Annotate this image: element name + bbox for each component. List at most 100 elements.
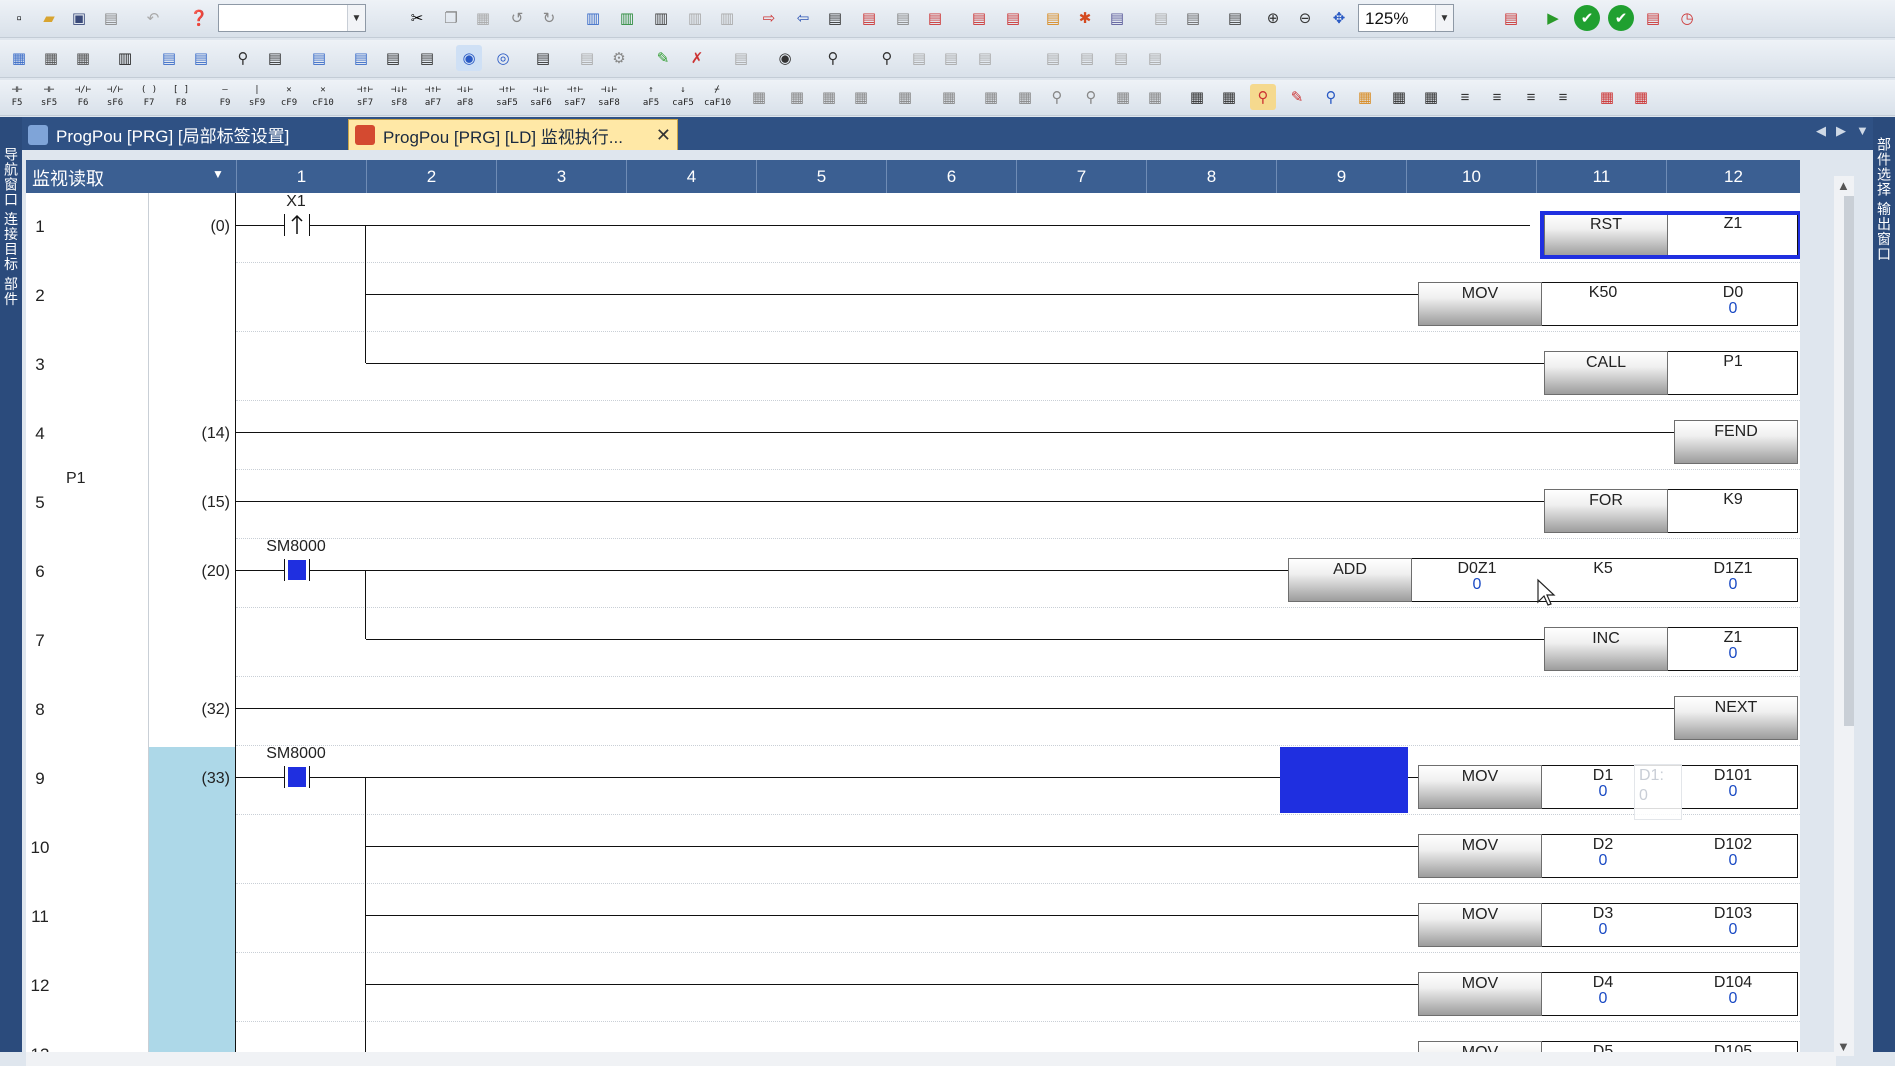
- library-icon[interactable]: ▤: [906, 45, 932, 71]
- list-view-icon[interactable]: ≡: [1452, 84, 1478, 110]
- cursor-selection[interactable]: [1540, 211, 1800, 259]
- print-icon[interactable]: ▤: [98, 5, 124, 31]
- contact-sm8000[interactable]: [284, 559, 310, 581]
- tab-local-labels[interactable]: ProgPou [PRG] [局部标签设置]: [22, 119, 340, 150]
- open-folder-icon[interactable]: ▰: [36, 5, 62, 31]
- zoom-in-icon[interactable]: ⊕: [1260, 5, 1286, 31]
- comment-icon[interactable]: ▤: [1498, 5, 1524, 31]
- edit-cancel-icon[interactable]: ✗: [684, 45, 710, 71]
- trace-icon[interactable]: ▤: [728, 45, 754, 71]
- cross-ref-icon[interactable]: ▤: [262, 45, 288, 71]
- view-eye-icon[interactable]: ◉: [772, 45, 798, 71]
- device-init-icon[interactable]: ▥: [714, 5, 740, 31]
- ladder-symbol-icon[interactable]: ▤: [530, 45, 556, 71]
- device-search-icon[interactable]: ⚲: [874, 45, 900, 71]
- contact-no-icon[interactable]: ⊣⊢ F5: [4, 84, 30, 112]
- label-icon[interactable]: ▤: [938, 45, 964, 71]
- close-icon[interactable]: ✕: [656, 125, 671, 146]
- connect-icon[interactable]: ▦: [1184, 84, 1210, 110]
- save-icon[interactable]: ▣: [66, 5, 92, 31]
- delete-vline-icon[interactable]: ✕ cF10: [310, 84, 336, 112]
- invert-icon[interactable]: ⌿ caF10: [704, 84, 731, 112]
- verify-plc-icon[interactable]: ▤: [822, 5, 848, 31]
- mov-instruction[interactable]: MOV: [1418, 972, 1542, 1016]
- dev-batch-icon[interactable]: ▤: [414, 45, 440, 71]
- monitor-ladder-icon[interactable]: ⚲: [1250, 84, 1276, 110]
- function-icon[interactable]: [ ] F8: [168, 84, 194, 112]
- navigation-icon[interactable]: ▦: [6, 45, 32, 71]
- dev-monitor-stop-icon[interactable]: ▤: [1000, 5, 1026, 31]
- delete-row-icon[interactable]: ▦: [1142, 84, 1168, 110]
- rising-pulse-or-icon[interactable]: ⊣↑⊢ saF7: [562, 84, 588, 112]
- find-icon[interactable]: ⚲: [230, 45, 256, 71]
- online-change-icon[interactable]: ◷: [1674, 5, 1700, 31]
- program-icon[interactable]: ▦: [1594, 84, 1620, 110]
- monitor-toggle-icon[interactable]: ◉: [456, 45, 482, 71]
- tab-scroll-left-icon[interactable]: ◀: [1816, 123, 1826, 139]
- dev-monitor-start-icon[interactable]: ▤: [966, 5, 992, 31]
- zoom-out-icon[interactable]: ⊖: [1292, 5, 1318, 31]
- rising-pulse-icon[interactable]: ⊣↑⊢ saF5: [494, 84, 520, 112]
- program2-icon[interactable]: ▦: [1628, 84, 1654, 110]
- mov-instruction[interactable]: MOV: [1418, 903, 1542, 947]
- contact-nc-parallel-icon[interactable]: ⊣⊢ sF5: [36, 84, 62, 112]
- watch-register-icon[interactable]: ▦: [1352, 84, 1378, 110]
- edit-check-icon[interactable]: ✎: [650, 45, 676, 71]
- horizontal-scrollbar[interactable]: [26, 1052, 1836, 1066]
- zoom-monitor-icon[interactable]: ⚲: [1318, 84, 1344, 110]
- settings-gear-icon[interactable]: ⚙: [606, 45, 632, 71]
- navigation-sidebar[interactable]: 导航窗口 连接目标 部件: [0, 117, 22, 1052]
- run-icon[interactable]: ▶: [1540, 5, 1566, 31]
- remote-operation-icon[interactable]: ▤: [856, 5, 882, 31]
- dev-read-icon[interactable]: ▤: [348, 45, 374, 71]
- delete-line-icon[interactable]: ✕ cF9: [276, 84, 302, 112]
- device-batch-icon[interactable]: ▥: [648, 5, 674, 31]
- branch3-icon[interactable]: ▦: [848, 84, 874, 110]
- fend-instruction[interactable]: FEND: [1674, 420, 1798, 464]
- write-plc-icon[interactable]: ⇨: [756, 5, 782, 31]
- branch-icon[interactable]: ▦: [784, 84, 810, 110]
- tab-scroll-right-icon[interactable]: ▶: [1836, 123, 1846, 139]
- vline-icon[interactable]: | sF9: [244, 84, 270, 112]
- monitor-all-icon[interactable]: ✱: [1072, 5, 1098, 31]
- view-list-icon[interactable]: ▤: [156, 45, 182, 71]
- note-icon[interactable]: ▦: [978, 84, 1004, 110]
- device-list-icon[interactable]: ▥: [580, 5, 606, 31]
- tab-list-icon[interactable]: ▼: [1856, 123, 1869, 138]
- falling-pulse-icon[interactable]: ⊣↓⊢ saF6: [528, 84, 554, 112]
- table-icon[interactable]: ▤: [972, 45, 998, 71]
- scroll-down-icon[interactable]: ▼: [1837, 1039, 1850, 1054]
- inc-instruction[interactable]: INC: [1544, 627, 1668, 671]
- help-icon[interactable]: ❓: [186, 5, 212, 31]
- vertical-scroll-thumb[interactable]: [1844, 196, 1854, 726]
- op-rising-icon[interactable]: ↑ aF5: [638, 84, 664, 112]
- fit-width-icon[interactable]: ✥: [1326, 5, 1352, 31]
- rising-edge-icon[interactable]: ⊣↑⊢ sF7: [352, 84, 378, 112]
- chevron-down-icon[interactable]: ▼: [347, 5, 365, 31]
- contact-sm8000[interactable]: [284, 766, 310, 788]
- insert-row-icon[interactable]: ▦: [1110, 84, 1136, 110]
- view-grid-icon[interactable]: ▤: [188, 45, 214, 71]
- chevron-down-icon[interactable]: ▼: [212, 167, 224, 181]
- inline-st-icon[interactable]: ▦: [746, 84, 772, 110]
- register-watch-icon[interactable]: ▤: [1222, 5, 1248, 31]
- op-falling-icon[interactable]: ↓ caF5: [670, 84, 696, 112]
- read-plc-icon[interactable]: ⇦: [790, 5, 816, 31]
- connect2-icon[interactable]: ▦: [1216, 84, 1242, 110]
- find-device-icon[interactable]: ⚲: [1044, 84, 1070, 110]
- monitor-mode-icon[interactable]: ▤: [1040, 5, 1066, 31]
- properties-icon[interactable]: ▦: [38, 45, 64, 71]
- coil-icon[interactable]: ( ) F7: [136, 84, 162, 112]
- branch2-icon[interactable]: ▦: [816, 84, 842, 110]
- falling-pulse-or-icon[interactable]: ⊣↓⊢ saF8: [596, 84, 622, 112]
- comment-edit-icon[interactable]: ▦: [892, 84, 918, 110]
- call-instruction[interactable]: CALL: [1544, 351, 1668, 395]
- convert-ok-icon[interactable]: ▤: [1640, 5, 1666, 31]
- diagnostics-icon[interactable]: ▤: [922, 5, 948, 31]
- align-left-icon[interactable]: ▦: [1386, 84, 1412, 110]
- contact-x1[interactable]: [284, 214, 310, 236]
- selection-highlight[interactable]: [1280, 747, 1408, 813]
- scroll-up-icon[interactable]: ▲: [1837, 178, 1850, 193]
- redo-icon[interactable]: ↻: [536, 5, 562, 31]
- cut-icon[interactable]: ✂: [404, 5, 430, 31]
